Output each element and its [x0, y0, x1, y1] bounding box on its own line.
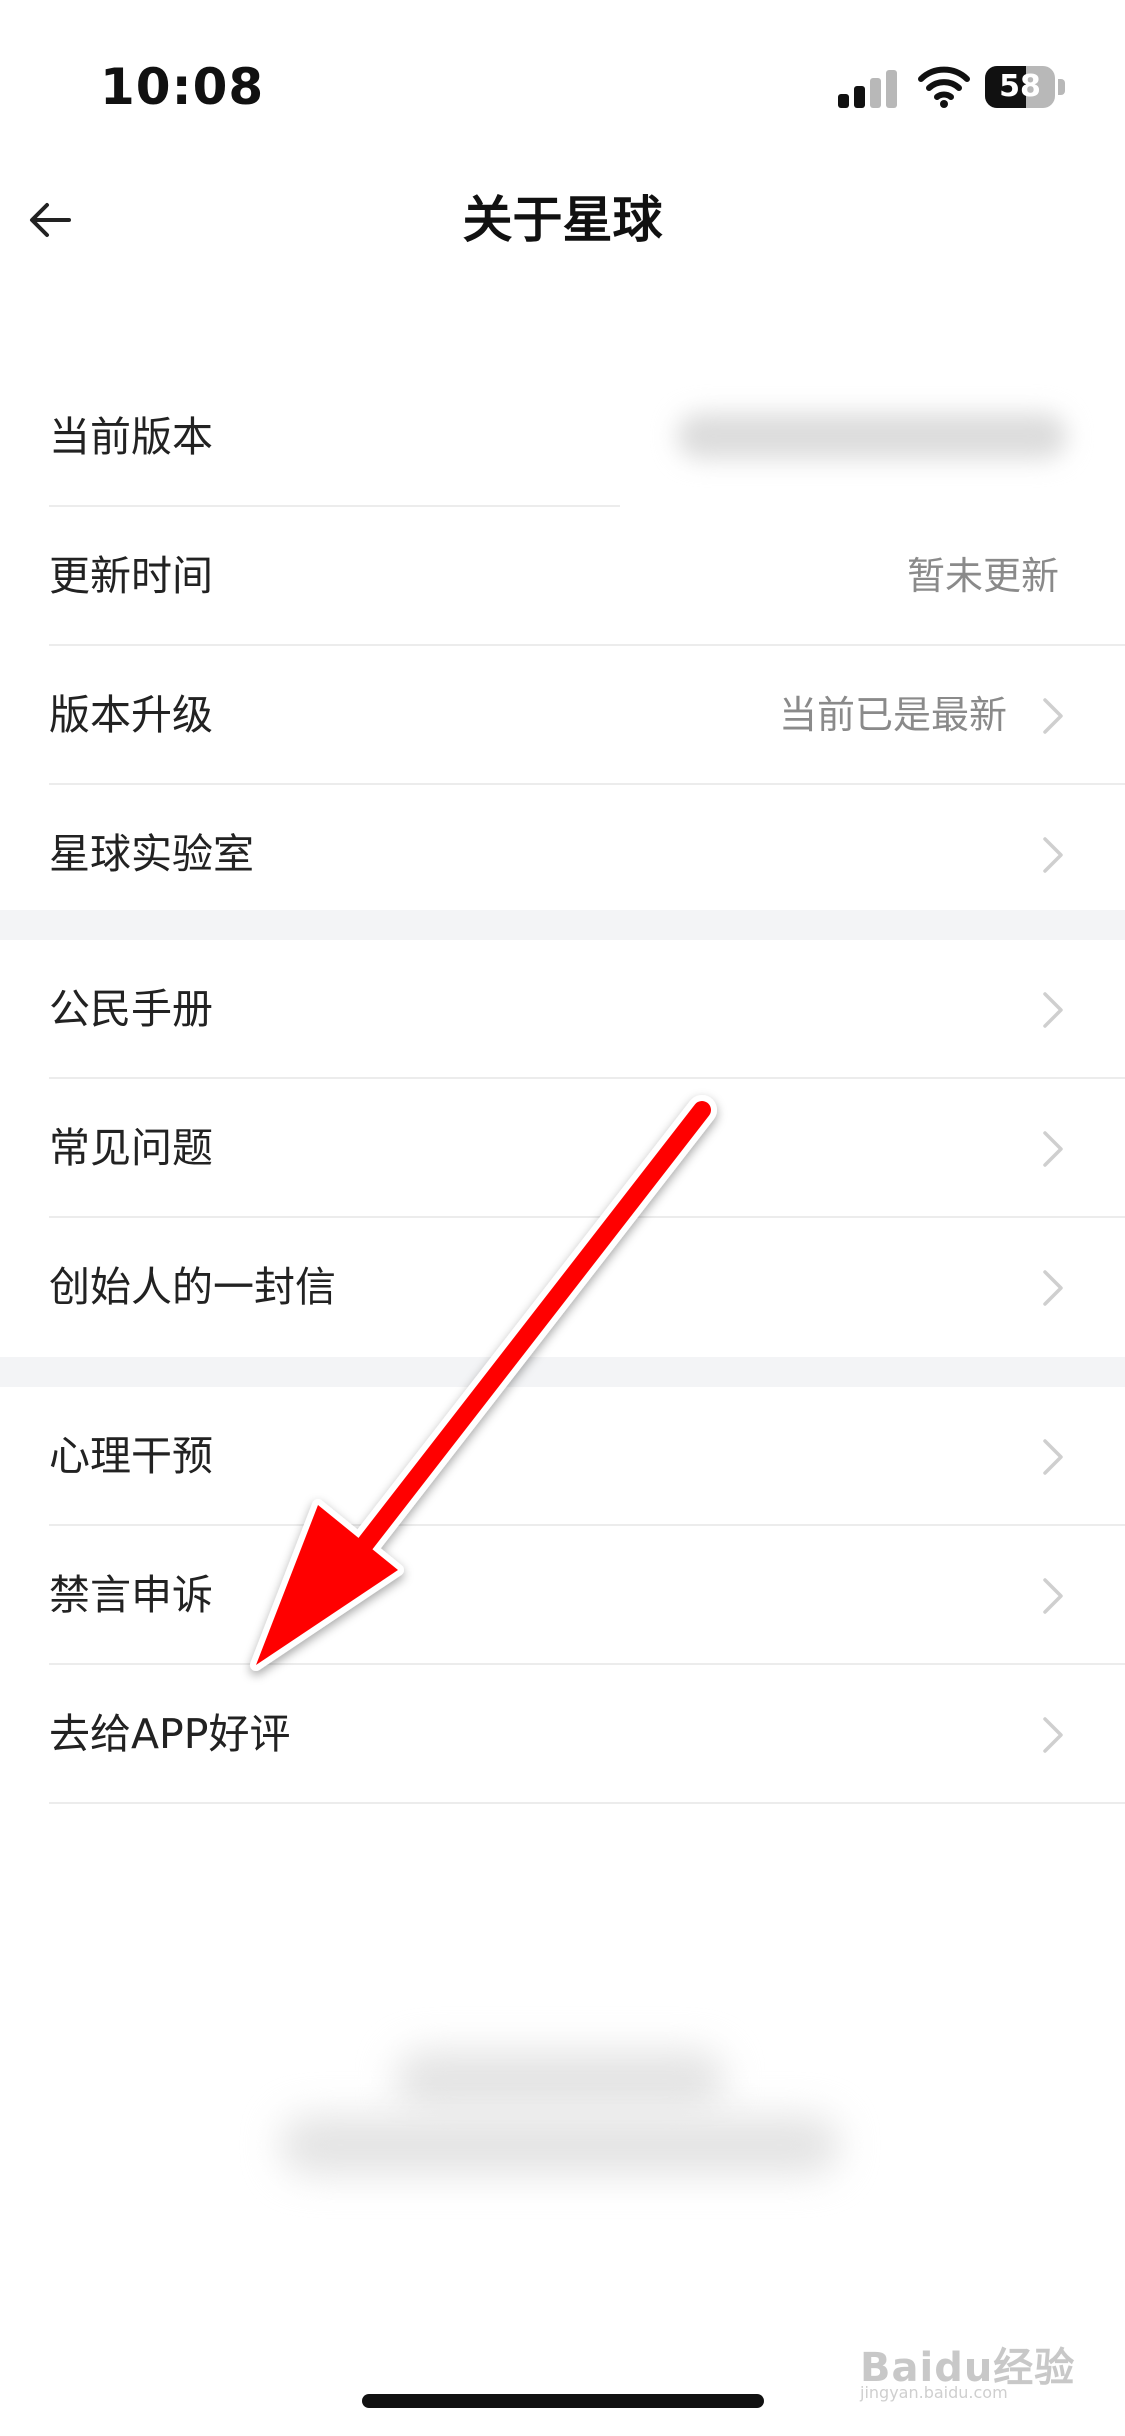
list-item-label: 星球实验室 [49, 830, 254, 878]
battery-icon: 58 [985, 66, 1065, 108]
footer-text-redacted [395, 2050, 725, 2110]
status-time: 10:08 [100, 58, 265, 116]
list-item-founder-letter[interactable]: 创始人的一封信 [0, 1218, 1125, 1357]
list-item-mute-appeal[interactable]: 禁言申诉 [0, 1526, 1125, 1665]
footer-text-redacted [280, 2115, 840, 2175]
chevron-right-icon [1043, 698, 1063, 734]
list-item-citizen-handbook[interactable]: 公民手册 [0, 940, 1125, 1079]
list-item-planet-lab[interactable]: 星球实验室 [0, 785, 1125, 924]
list-group-help: 公民手册 常见问题 创始人的一封信 [0, 940, 1125, 1357]
wifi-icon [918, 64, 970, 108]
chevron-right-icon [1043, 1270, 1063, 1306]
group-separator [0, 910, 1125, 940]
list-item-rate-app[interactable]: 去给APP好评 [0, 1665, 1125, 1804]
list-item-label: 更新时间 [49, 552, 213, 600]
page-title: 关于星球 [462, 191, 663, 249]
list-item-label: 公民手册 [49, 985, 213, 1033]
list-item-label: 去给APP好评 [49, 1710, 291, 1758]
list-item-current-version: 当前版本 [0, 368, 1125, 507]
list-item-psych-intervention[interactable]: 心理干预 [0, 1387, 1125, 1526]
list-item-update-time: 更新时间 暂未更新 [0, 507, 1125, 646]
update-time-value: 暂未更新 [906, 554, 1059, 598]
list-item-label: 当前版本 [49, 413, 213, 461]
baidu-watermark-logo: Baidu经验 jingyan.baidu.com [860, 2325, 1080, 2405]
list-item-label: 版本升级 [49, 691, 213, 739]
chevron-right-icon [1043, 1131, 1063, 1167]
battery-percentage: 58 [999, 69, 1041, 104]
group-separator [0, 1357, 1125, 1387]
list-group-version: 当前版本 更新时间 暂未更新 版本升级 当前已是最新 星球实验室 [0, 368, 1125, 924]
list-item-version-upgrade[interactable]: 版本升级 当前已是最新 [0, 646, 1125, 785]
list-item-label: 心理干预 [49, 1432, 213, 1480]
chevron-right-icon [1043, 992, 1063, 1028]
list-item-label: 常见问题 [49, 1124, 213, 1172]
home-indicator[interactable] [362, 2394, 764, 2408]
list-item-label: 创始人的一封信 [49, 1263, 336, 1311]
upgrade-status-value: 当前已是最新 [778, 693, 1007, 737]
chevron-right-icon [1043, 1717, 1063, 1753]
version-value-redacted [677, 413, 1067, 459]
list-item-faq[interactable]: 常见问题 [0, 1079, 1125, 1218]
chevron-right-icon [1043, 1439, 1063, 1475]
status-bar: 10:08 58 [0, 0, 1125, 170]
chevron-right-icon [1043, 1578, 1063, 1614]
list-group-support: 心理干预 禁言申诉 去给APP好评 [0, 1387, 1125, 1804]
list-item-label: 禁言申诉 [49, 1571, 213, 1619]
chevron-right-icon [1043, 837, 1063, 873]
cellular-signal-icon [838, 68, 898, 108]
watermark-subtext: jingyan.baidu.com [860, 2383, 1008, 2402]
